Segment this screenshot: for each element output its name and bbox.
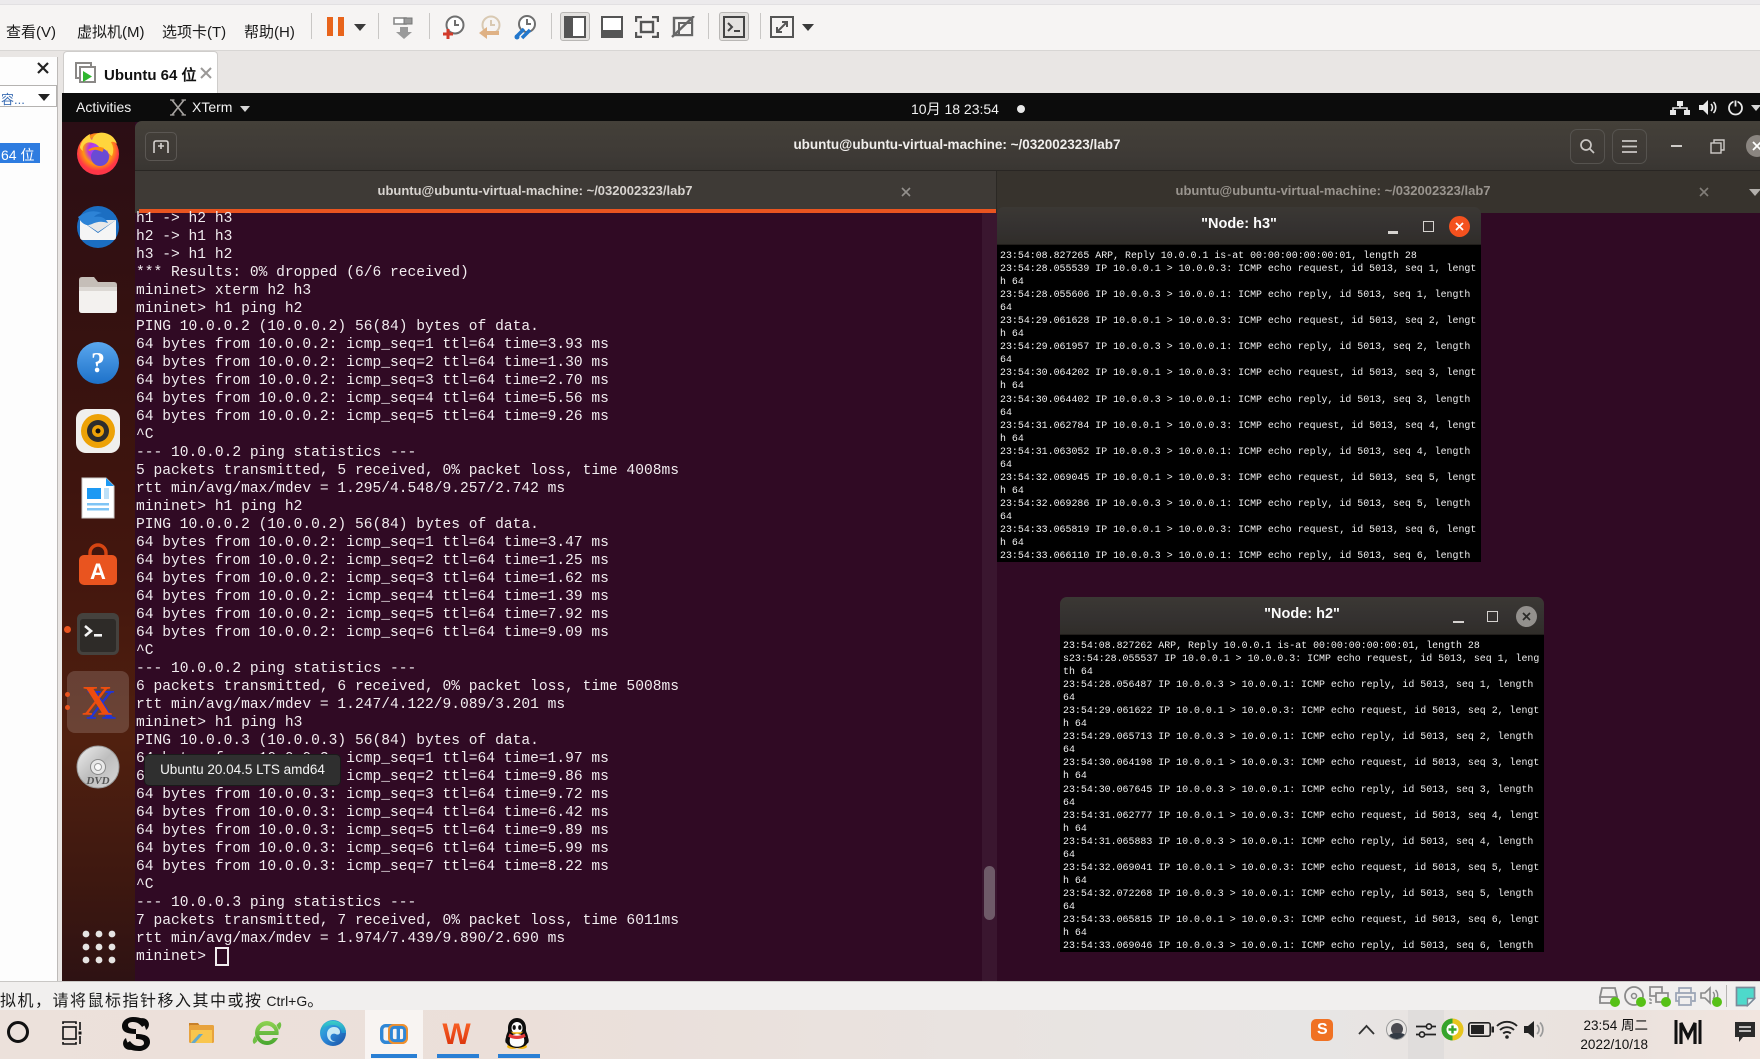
svg-text:DVD: DVD: [85, 775, 109, 787]
svg-text:A: A: [90, 559, 106, 584]
svg-text:X: X: [82, 680, 112, 724]
svg-text:?: ?: [91, 348, 105, 379]
svg-text:W: W: [442, 1019, 471, 1047]
